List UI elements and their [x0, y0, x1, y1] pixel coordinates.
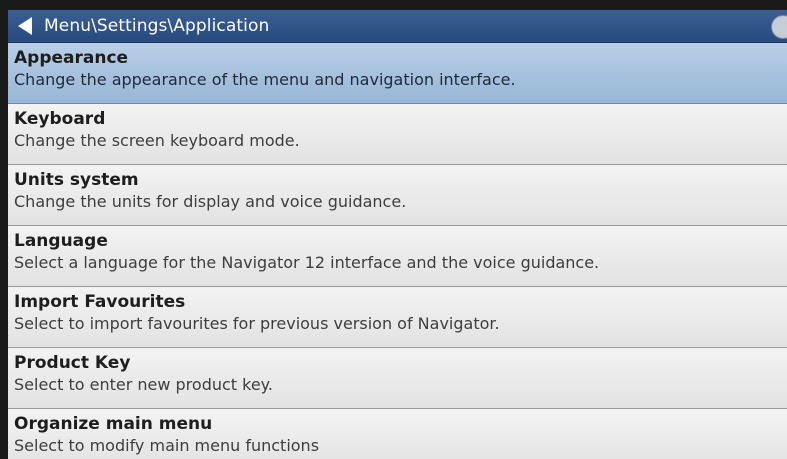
- item-title: Import Favourites: [14, 292, 186, 312]
- list-item-appearance[interactable]: Appearance Change the appearance of the …: [8, 43, 787, 104]
- item-title: Appearance: [14, 48, 129, 68]
- list-item-keyboard[interactable]: Keyboard Change the screen keyboard mode…: [8, 104, 787, 165]
- list-item-organize-main-menu[interactable]: Organize main menu Select to modify main…: [8, 409, 787, 459]
- item-title: Product Key: [14, 353, 131, 373]
- item-description: Change the screen keyboard mode.: [14, 131, 300, 150]
- item-title: Units system: [14, 170, 139, 190]
- list-item-import-favourites[interactable]: Import Favourites Select to import favou…: [8, 287, 787, 348]
- item-description: Select to modify main menu functions: [14, 436, 320, 455]
- item-description: Select to enter new product key.: [14, 375, 273, 394]
- title-bar: Menu\Settings\Application: [8, 10, 787, 43]
- breadcrumb: Menu\Settings\Application: [44, 16, 270, 36]
- item-description: Change the appearance of the menu and na…: [14, 70, 516, 89]
- status-icon: [771, 15, 787, 39]
- item-description: Select a language for the Navigator 12 i…: [14, 253, 600, 272]
- item-title: Keyboard: [14, 109, 106, 129]
- settings-list: Appearance Change the appearance of the …: [8, 43, 787, 459]
- list-item-language[interactable]: Language Select a language for the Navig…: [8, 226, 787, 287]
- item-title: Organize main menu: [14, 414, 213, 434]
- list-item-units-system[interactable]: Units system Change the units for displa…: [8, 165, 787, 226]
- item-title: Language: [14, 231, 108, 251]
- item-description: Change the units for display and voice g…: [14, 192, 407, 211]
- list-item-product-key[interactable]: Product Key Select to enter new product …: [8, 348, 787, 409]
- back-arrow-icon[interactable]: [10, 10, 40, 43]
- screen: Menu\Settings\Application Appearance Cha…: [8, 10, 787, 459]
- item-description: Select to import favourites for previous…: [14, 314, 500, 333]
